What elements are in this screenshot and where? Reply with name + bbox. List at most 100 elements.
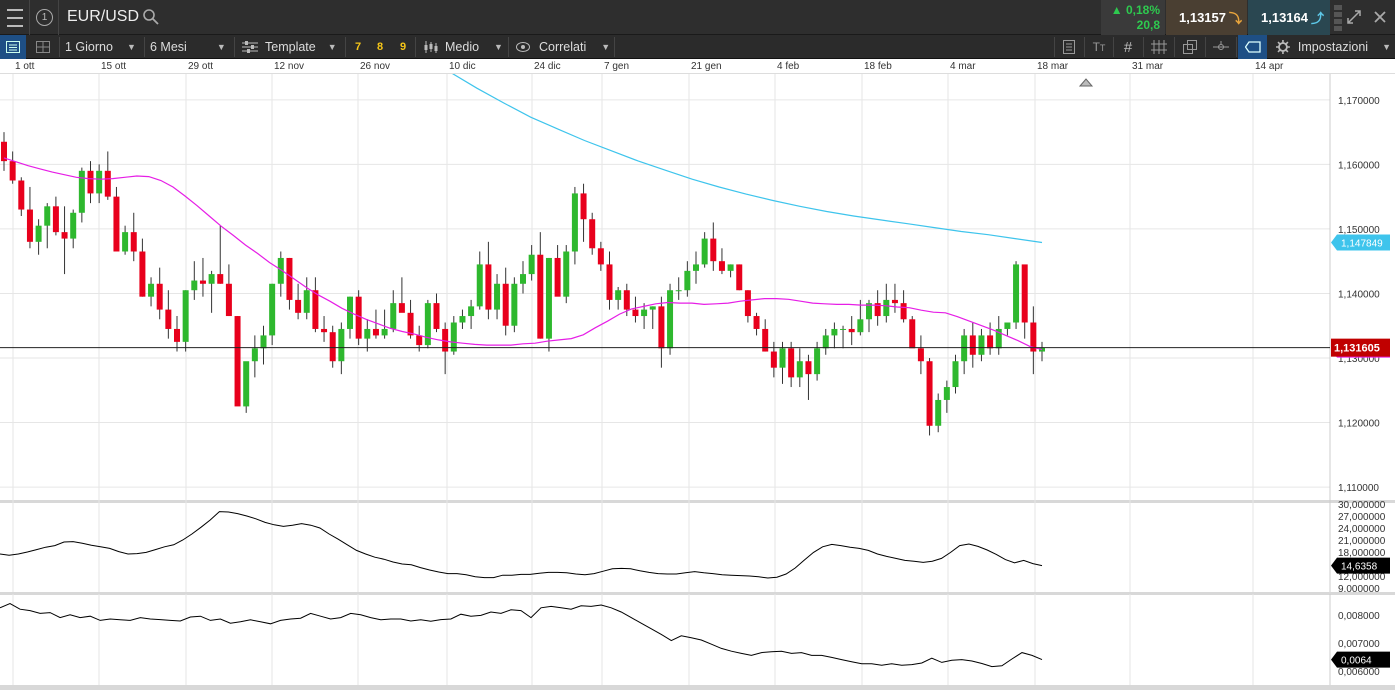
candle-down	[502, 283, 509, 326]
candle-up	[364, 328, 371, 339]
preset-7-button[interactable]: 7	[355, 35, 361, 59]
layers-icon	[1183, 40, 1197, 54]
document-icon	[1063, 40, 1075, 54]
price-tick-label: 1,140000	[1338, 289, 1380, 300]
candle-down	[9, 161, 16, 181]
candle-up	[822, 335, 829, 349]
pane-divider[interactable]	[0, 685, 1395, 690]
candle-up	[494, 283, 501, 310]
time-label: 4 mar	[950, 61, 976, 72]
candle-up	[511, 283, 518, 326]
indicator-tick-label: 0,008000	[1338, 611, 1380, 622]
tag-tool-button[interactable]	[1238, 35, 1267, 59]
compare-button[interactable]	[1178, 35, 1202, 59]
candle-down	[321, 328, 328, 333]
candle-down	[917, 348, 924, 362]
candle-down	[87, 170, 94, 194]
ask-price: 1,13164	[1261, 10, 1308, 25]
candle-down	[848, 328, 855, 333]
template-select[interactable]: Template ▼	[242, 35, 342, 59]
time-label: 21 gen	[691, 61, 722, 72]
indicator-list-button[interactable]	[1058, 35, 1080, 59]
candle-down	[580, 193, 587, 220]
expand-icon[interactable]	[1346, 9, 1362, 25]
trend-tool-button[interactable]	[1209, 35, 1233, 59]
correlated-label: Correlati	[539, 40, 587, 54]
layout-button[interactable]	[30, 35, 56, 59]
candle-up	[684, 270, 691, 291]
preset-9-button[interactable]: 9	[400, 35, 406, 59]
crosshair-grid-button[interactable]	[1147, 35, 1171, 59]
time-label: 29 ott	[188, 61, 214, 72]
chevron-down-icon: ▼	[494, 42, 503, 52]
interval-value: 1 Giorno	[65, 40, 113, 54]
menu-button[interactable]	[0, 0, 30, 35]
candle-down	[597, 248, 604, 265]
time-label: 10 dic	[449, 61, 476, 72]
list-view-button[interactable]	[0, 35, 26, 59]
candle-down	[295, 299, 302, 313]
time-label: 31 mar	[1132, 61, 1164, 72]
correlated-select[interactable]: Correlati ▼	[516, 35, 611, 59]
time-label: 18 mar	[1037, 61, 1069, 72]
candle-down	[199, 280, 206, 284]
grid-toggle-button[interactable]: #	[1117, 35, 1139, 59]
candle-down	[156, 283, 163, 310]
sell-price-button[interactable]: 1,13157 ⤵	[1166, 0, 1247, 35]
candle-down	[736, 264, 743, 291]
indicator-pane-2[interactable]: 0,008000 0,007000 0,0060000,0064	[0, 594, 1395, 686]
grid-candle-icon	[1151, 40, 1167, 54]
candle-down	[433, 303, 440, 329]
text-tool-button[interactable]: TT	[1088, 35, 1110, 59]
list-icon	[6, 41, 20, 53]
chevron-down-icon: ▼	[126, 42, 136, 52]
indicator-tick-label: 30,000000	[1338, 500, 1386, 511]
preset-8-button[interactable]: 8	[377, 35, 383, 59]
candle-up	[883, 299, 890, 317]
indicator-tick-label: 12,000000	[1338, 572, 1386, 583]
candle-down	[174, 328, 180, 342]
candle-up	[667, 290, 674, 349]
drag-handle[interactable]	[1332, 0, 1344, 35]
candlestick-icon	[424, 41, 438, 53]
chevron-down-icon: ▼	[1382, 42, 1391, 52]
candle-up	[831, 328, 838, 336]
close-icon[interactable]	[1372, 9, 1388, 25]
instrument-symbol[interactable]: EUR/USD	[67, 8, 139, 26]
candle-up	[35, 225, 42, 242]
candle-down	[554, 257, 561, 297]
candle-down	[718, 261, 725, 271]
candle-down	[329, 332, 336, 362]
candle-up	[796, 361, 803, 378]
candle-up	[424, 303, 431, 346]
range-select[interactable]: 6 Mesi ▼	[150, 35, 230, 59]
candle-up	[303, 290, 310, 313]
time-label: 24 dic	[534, 61, 561, 72]
candle-up	[641, 309, 648, 317]
candle-down	[355, 296, 362, 339]
indicator-pane-1[interactable]: 30,00000027,00000024,00000021,00000018,0…	[0, 500, 1395, 592]
candle-up	[978, 335, 985, 355]
settings-button[interactable]: Impostazioni ▼	[1276, 35, 1391, 59]
candle-up	[96, 170, 103, 194]
time-label: 4 feb	[777, 61, 800, 72]
info-button[interactable]: 1	[31, 0, 59, 35]
candle-down	[139, 251, 146, 297]
candle-up	[814, 348, 821, 375]
candle-up	[459, 316, 466, 323]
search-icon[interactable]	[142, 8, 160, 26]
indicator-tick-label: 27,000000	[1338, 512, 1386, 523]
candle-up	[615, 290, 622, 300]
chart-style-select[interactable]: Medio ▼	[423, 35, 503, 59]
price-tick-label: 1,170000	[1338, 96, 1380, 107]
candle-up	[243, 361, 250, 407]
candle-up	[840, 328, 847, 330]
change-percent: ▲ 0,18%	[1101, 0, 1160, 18]
interval-select[interactable]: 1 Giorno ▼	[65, 35, 140, 59]
buy-price-button[interactable]: 1,13164 ⤴	[1248, 0, 1330, 35]
price-chart[interactable]: 1,1700001,1600001,1500001,1400001,130000…	[0, 74, 1395, 500]
time-label: 12 nov	[274, 61, 305, 72]
chevron-down-icon: ▼	[216, 42, 226, 52]
trendline-icon	[1213, 41, 1229, 50]
candle-down	[987, 335, 994, 349]
